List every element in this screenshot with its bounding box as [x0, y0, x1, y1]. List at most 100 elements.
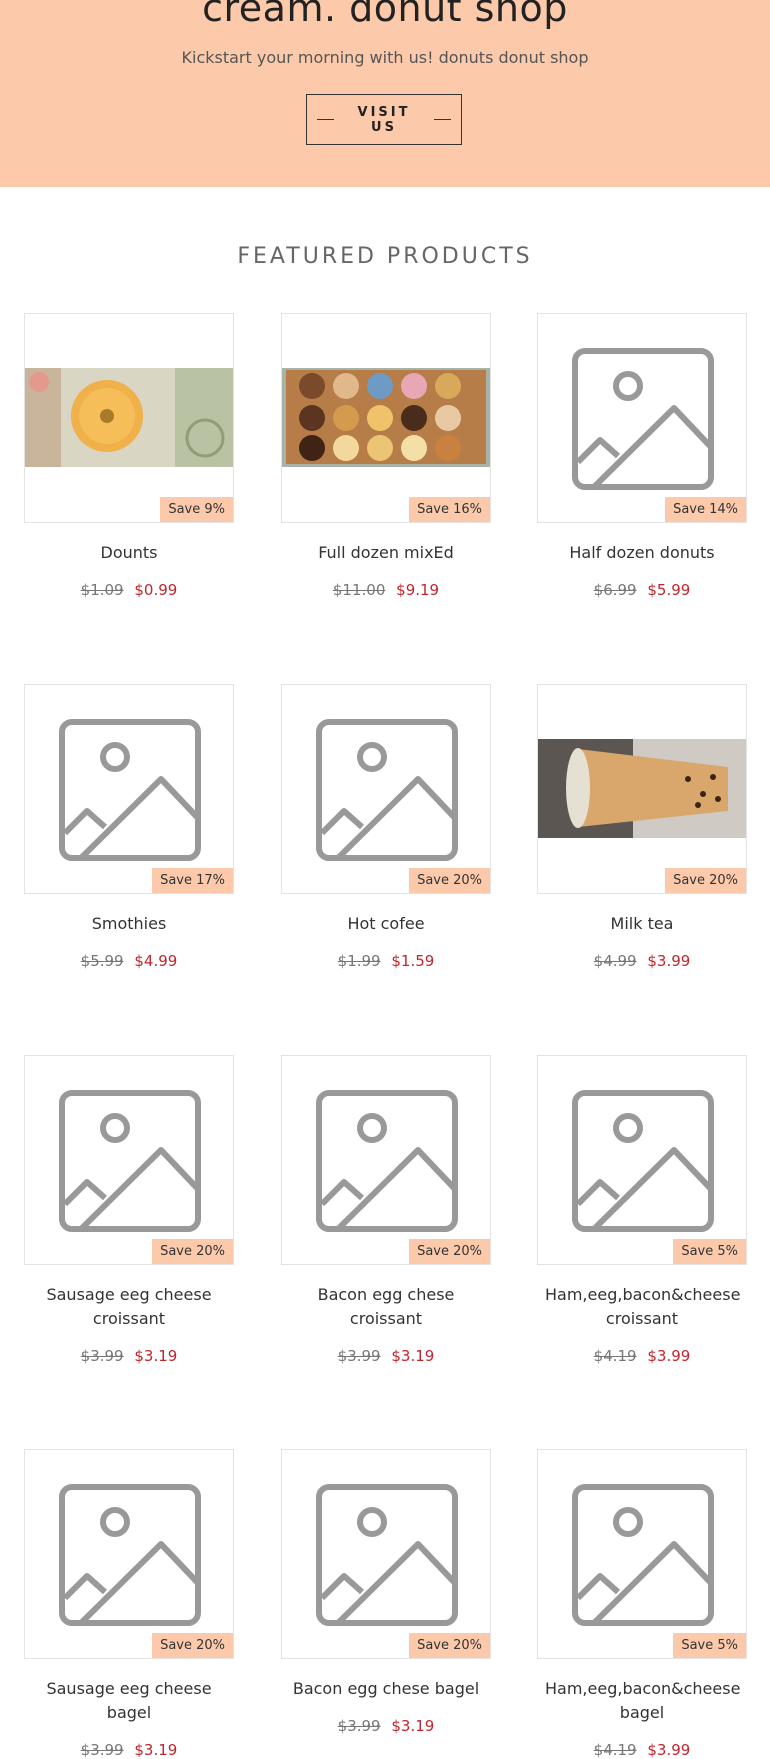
hero-title: cream. donut shop: [202, 0, 568, 30]
dash-decoration: [434, 119, 452, 120]
product-card[interactable]: Save 5% Ham,eeg,bacon&cheese bagel $4.19…: [537, 1449, 747, 1759]
compare-at-price: $3.99: [80, 1741, 124, 1759]
product-card[interactable]: Save 20% Sausage eeg cheese croissant $3…: [24, 1055, 234, 1365]
compare-at-price: $3.99: [337, 1717, 381, 1735]
sale-price: $3.99: [647, 952, 691, 970]
product-image[interactable]: Save 9%: [24, 313, 234, 523]
product-title[interactable]: Smothies: [24, 912, 234, 936]
compare-at-price: $4.19: [593, 1741, 637, 1759]
product-title[interactable]: Full dozen mixEd: [281, 541, 491, 565]
product-prices: $5.99 $4.99: [24, 952, 234, 970]
save-badge: Save 20%: [665, 868, 746, 893]
image-placeholder-icon: [572, 348, 714, 490]
sale-price: $4.99: [134, 952, 178, 970]
product-prices: $1.09 $0.99: [24, 581, 234, 599]
product-photo: [25, 368, 233, 467]
product-title[interactable]: Sausage eeg cheese croissant: [24, 1283, 234, 1331]
product-title[interactable]: Half dozen donuts: [537, 541, 747, 565]
product-image[interactable]: Save 17%: [24, 684, 234, 894]
compare-at-price: $4.99: [593, 952, 637, 970]
product-image[interactable]: Save 20%: [24, 1055, 234, 1265]
sale-price: $3.19: [134, 1347, 178, 1365]
compare-at-price: $4.19: [593, 1347, 637, 1365]
product-card[interactable]: Save 20% Hot cofee $1.99 $1.59: [281, 684, 491, 970]
product-image[interactable]: Save 20%: [24, 1449, 234, 1659]
image-placeholder-icon: [316, 719, 458, 861]
compare-at-price: $3.99: [80, 1347, 124, 1365]
image-placeholder-icon: [59, 1090, 201, 1232]
product-prices: $3.99 $3.19: [281, 1347, 491, 1365]
product-prices: $6.99 $5.99: [537, 581, 747, 599]
product-title[interactable]: Dounts: [24, 541, 234, 565]
product-card[interactable]: Save 16% Full dozen mixEd $11.00 $9.19: [281, 313, 491, 599]
product-image[interactable]: Save 14%: [537, 313, 747, 523]
sale-price: $3.19: [391, 1717, 435, 1735]
save-badge: Save 9%: [160, 497, 233, 522]
product-title[interactable]: Ham,eeg,bacon&cheese croissant: [537, 1283, 747, 1331]
product-image[interactable]: Save 5%: [537, 1055, 747, 1265]
product-prices: $1.99 $1.59: [281, 952, 491, 970]
product-prices: $11.00 $9.19: [281, 581, 491, 599]
save-badge: Save 17%: [152, 868, 233, 893]
product-prices: $3.99 $3.19: [24, 1347, 234, 1365]
product-card[interactable]: Save 20% Sausage eeg cheese bagel $3.99 …: [24, 1449, 234, 1759]
save-badge: Save 20%: [409, 1239, 490, 1264]
save-badge: Save 16%: [409, 497, 490, 522]
product-title[interactable]: Sausage eeg cheese bagel: [24, 1677, 234, 1725]
product-prices: $4.99 $3.99: [537, 952, 747, 970]
product-photo: [282, 368, 490, 467]
product-image[interactable]: Save 20%: [281, 1449, 491, 1659]
product-prices: $4.19 $3.99: [537, 1347, 747, 1365]
visit-us-label: VISIT US: [357, 104, 411, 135]
product-card[interactable]: Save 5% Ham,eeg,bacon&cheese croissant $…: [537, 1055, 747, 1365]
sale-price: $9.19: [396, 581, 440, 599]
sale-price: $3.99: [647, 1347, 691, 1365]
compare-at-price: $1.09: [80, 581, 124, 599]
product-image[interactable]: Save 20%: [281, 684, 491, 894]
product-card[interactable]: Save 17% Smothies $5.99 $4.99: [24, 684, 234, 970]
sale-price: $3.99: [647, 1741, 691, 1759]
compare-at-price: $3.99: [337, 1347, 381, 1365]
image-placeholder-icon: [316, 1484, 458, 1626]
featured-products-heading: FEATURED PRODUCTS: [237, 244, 533, 269]
product-photo: [538, 739, 746, 838]
product-title[interactable]: Hot cofee: [281, 912, 491, 936]
save-badge: Save 5%: [673, 1239, 746, 1264]
product-title[interactable]: Bacon egg chese bagel: [281, 1677, 491, 1701]
save-badge: Save 5%: [673, 1633, 746, 1658]
product-title[interactable]: Milk tea: [537, 912, 747, 936]
product-image[interactable]: Save 20%: [281, 1055, 491, 1265]
image-placeholder-icon: [59, 1484, 201, 1626]
image-placeholder-icon: [572, 1484, 714, 1626]
product-card[interactable]: Save 20% Bacon egg chese croissant $3.99…: [281, 1055, 491, 1365]
product-title[interactable]: Bacon egg chese croissant: [281, 1283, 491, 1331]
save-badge: Save 20%: [409, 868, 490, 893]
product-card[interactable]: Save 14% Half dozen donuts $6.99 $5.99: [537, 313, 747, 599]
sale-price: $1.59: [391, 952, 435, 970]
save-badge: Save 20%: [152, 1239, 233, 1264]
product-image[interactable]: Save 16%: [281, 313, 491, 523]
compare-at-price: $6.99: [593, 581, 637, 599]
sale-price: $3.19: [391, 1347, 435, 1365]
save-badge: Save 14%: [665, 497, 746, 522]
hero-banner: cream. donut shop Kickstart your morning…: [0, 0, 770, 187]
image-placeholder-icon: [316, 1090, 458, 1232]
product-card[interactable]: Save 9% Dounts $1.09 $0.99: [24, 313, 234, 599]
sale-price: $0.99: [134, 581, 178, 599]
compare-at-price: $5.99: [80, 952, 124, 970]
compare-at-price: $1.99: [337, 952, 381, 970]
hero-subtitle: Kickstart your morning with us! donuts d…: [181, 48, 589, 67]
product-card[interactable]: Save 20% Bacon egg chese bagel $3.99 $3.…: [281, 1449, 491, 1735]
product-prices: $3.99 $3.19: [24, 1741, 234, 1759]
product-card[interactable]: Save 20% Milk tea $4.99 $3.99: [537, 684, 747, 970]
image-placeholder-icon: [572, 1090, 714, 1232]
visit-us-button[interactable]: VISIT US: [306, 94, 462, 145]
product-image[interactable]: Save 20%: [537, 684, 747, 894]
product-title[interactable]: Ham,eeg,bacon&cheese bagel: [537, 1677, 747, 1725]
image-placeholder-icon: [59, 719, 201, 861]
sale-price: $5.99: [647, 581, 691, 599]
compare-at-price: $11.00: [332, 581, 386, 599]
dash-decoration: [317, 119, 334, 120]
product-prices: $4.19 $3.99: [537, 1741, 747, 1759]
product-image[interactable]: Save 5%: [537, 1449, 747, 1659]
